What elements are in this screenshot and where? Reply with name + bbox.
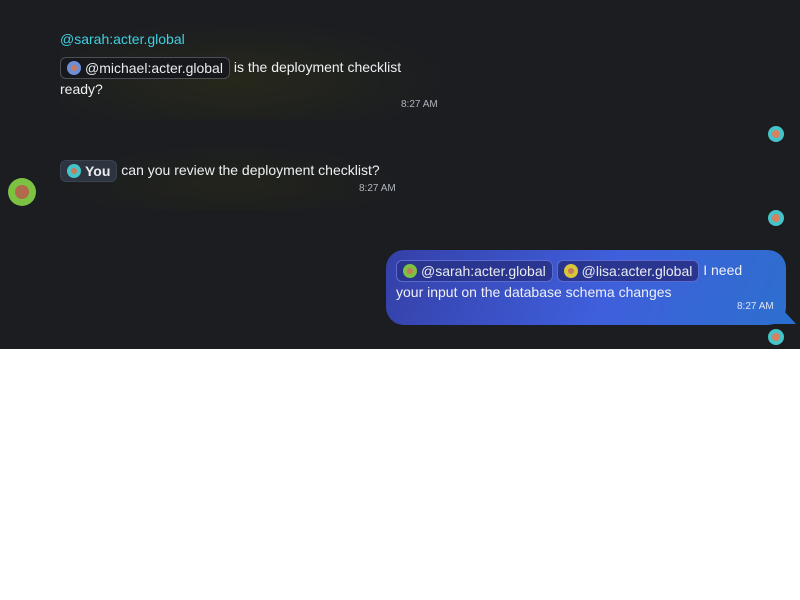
message-text: I need [703,262,743,278]
mention-pill[interactable]: @michael:acter.global [60,57,230,80]
mention-label: You [85,163,111,180]
user-avatar-icon [67,61,81,76]
own-message-bubble[interactable]: @sarah:acter.global @lisa:acter.global I… [386,250,786,325]
mention-pill[interactable]: @lisa:acter.global [556,260,700,283]
message-text: can you review the deployment checklist? [121,162,380,178]
message-body: @michael:acter.global is the deployment … [60,57,450,99]
message-body: You can you review the deployment checkl… [60,160,420,183]
message-body: @sarah:acter.global @lisa:acter.global I… [396,260,781,302]
user-avatar-icon [67,164,81,179]
mention-label: @michael:acter.global [85,60,223,77]
read-receipt-avatar-icon[interactable] [768,329,784,345]
user-avatar-icon [563,264,578,279]
user-avatar-icon [403,264,417,279]
message-text: is the deployment checklist [233,59,402,75]
message-text: ready? [60,81,103,98]
read-receipt-avatar-icon[interactable] [768,210,784,226]
sender-name[interactable]: @sarah:acter.global [60,31,185,47]
read-receipt-avatar-icon[interactable] [768,126,784,142]
message-timestamp: 8:27 AM [401,99,438,110]
chat-timeline: @sarah:acter.global @michael:acter.globa… [0,0,800,349]
mention-label: @sarah:acter.global [421,263,546,280]
mention-pill-you[interactable]: You [60,160,118,183]
message-timestamp: 8:27 AM [737,301,774,312]
mention-pill[interactable]: @sarah:acter.global [396,260,553,283]
message-timestamp: 8:27 AM [359,183,396,194]
sender-avatar-icon[interactable] [8,178,36,206]
mention-label: @lisa:acter.global [581,263,693,280]
message-text: your input on the database schema change… [396,284,672,301]
